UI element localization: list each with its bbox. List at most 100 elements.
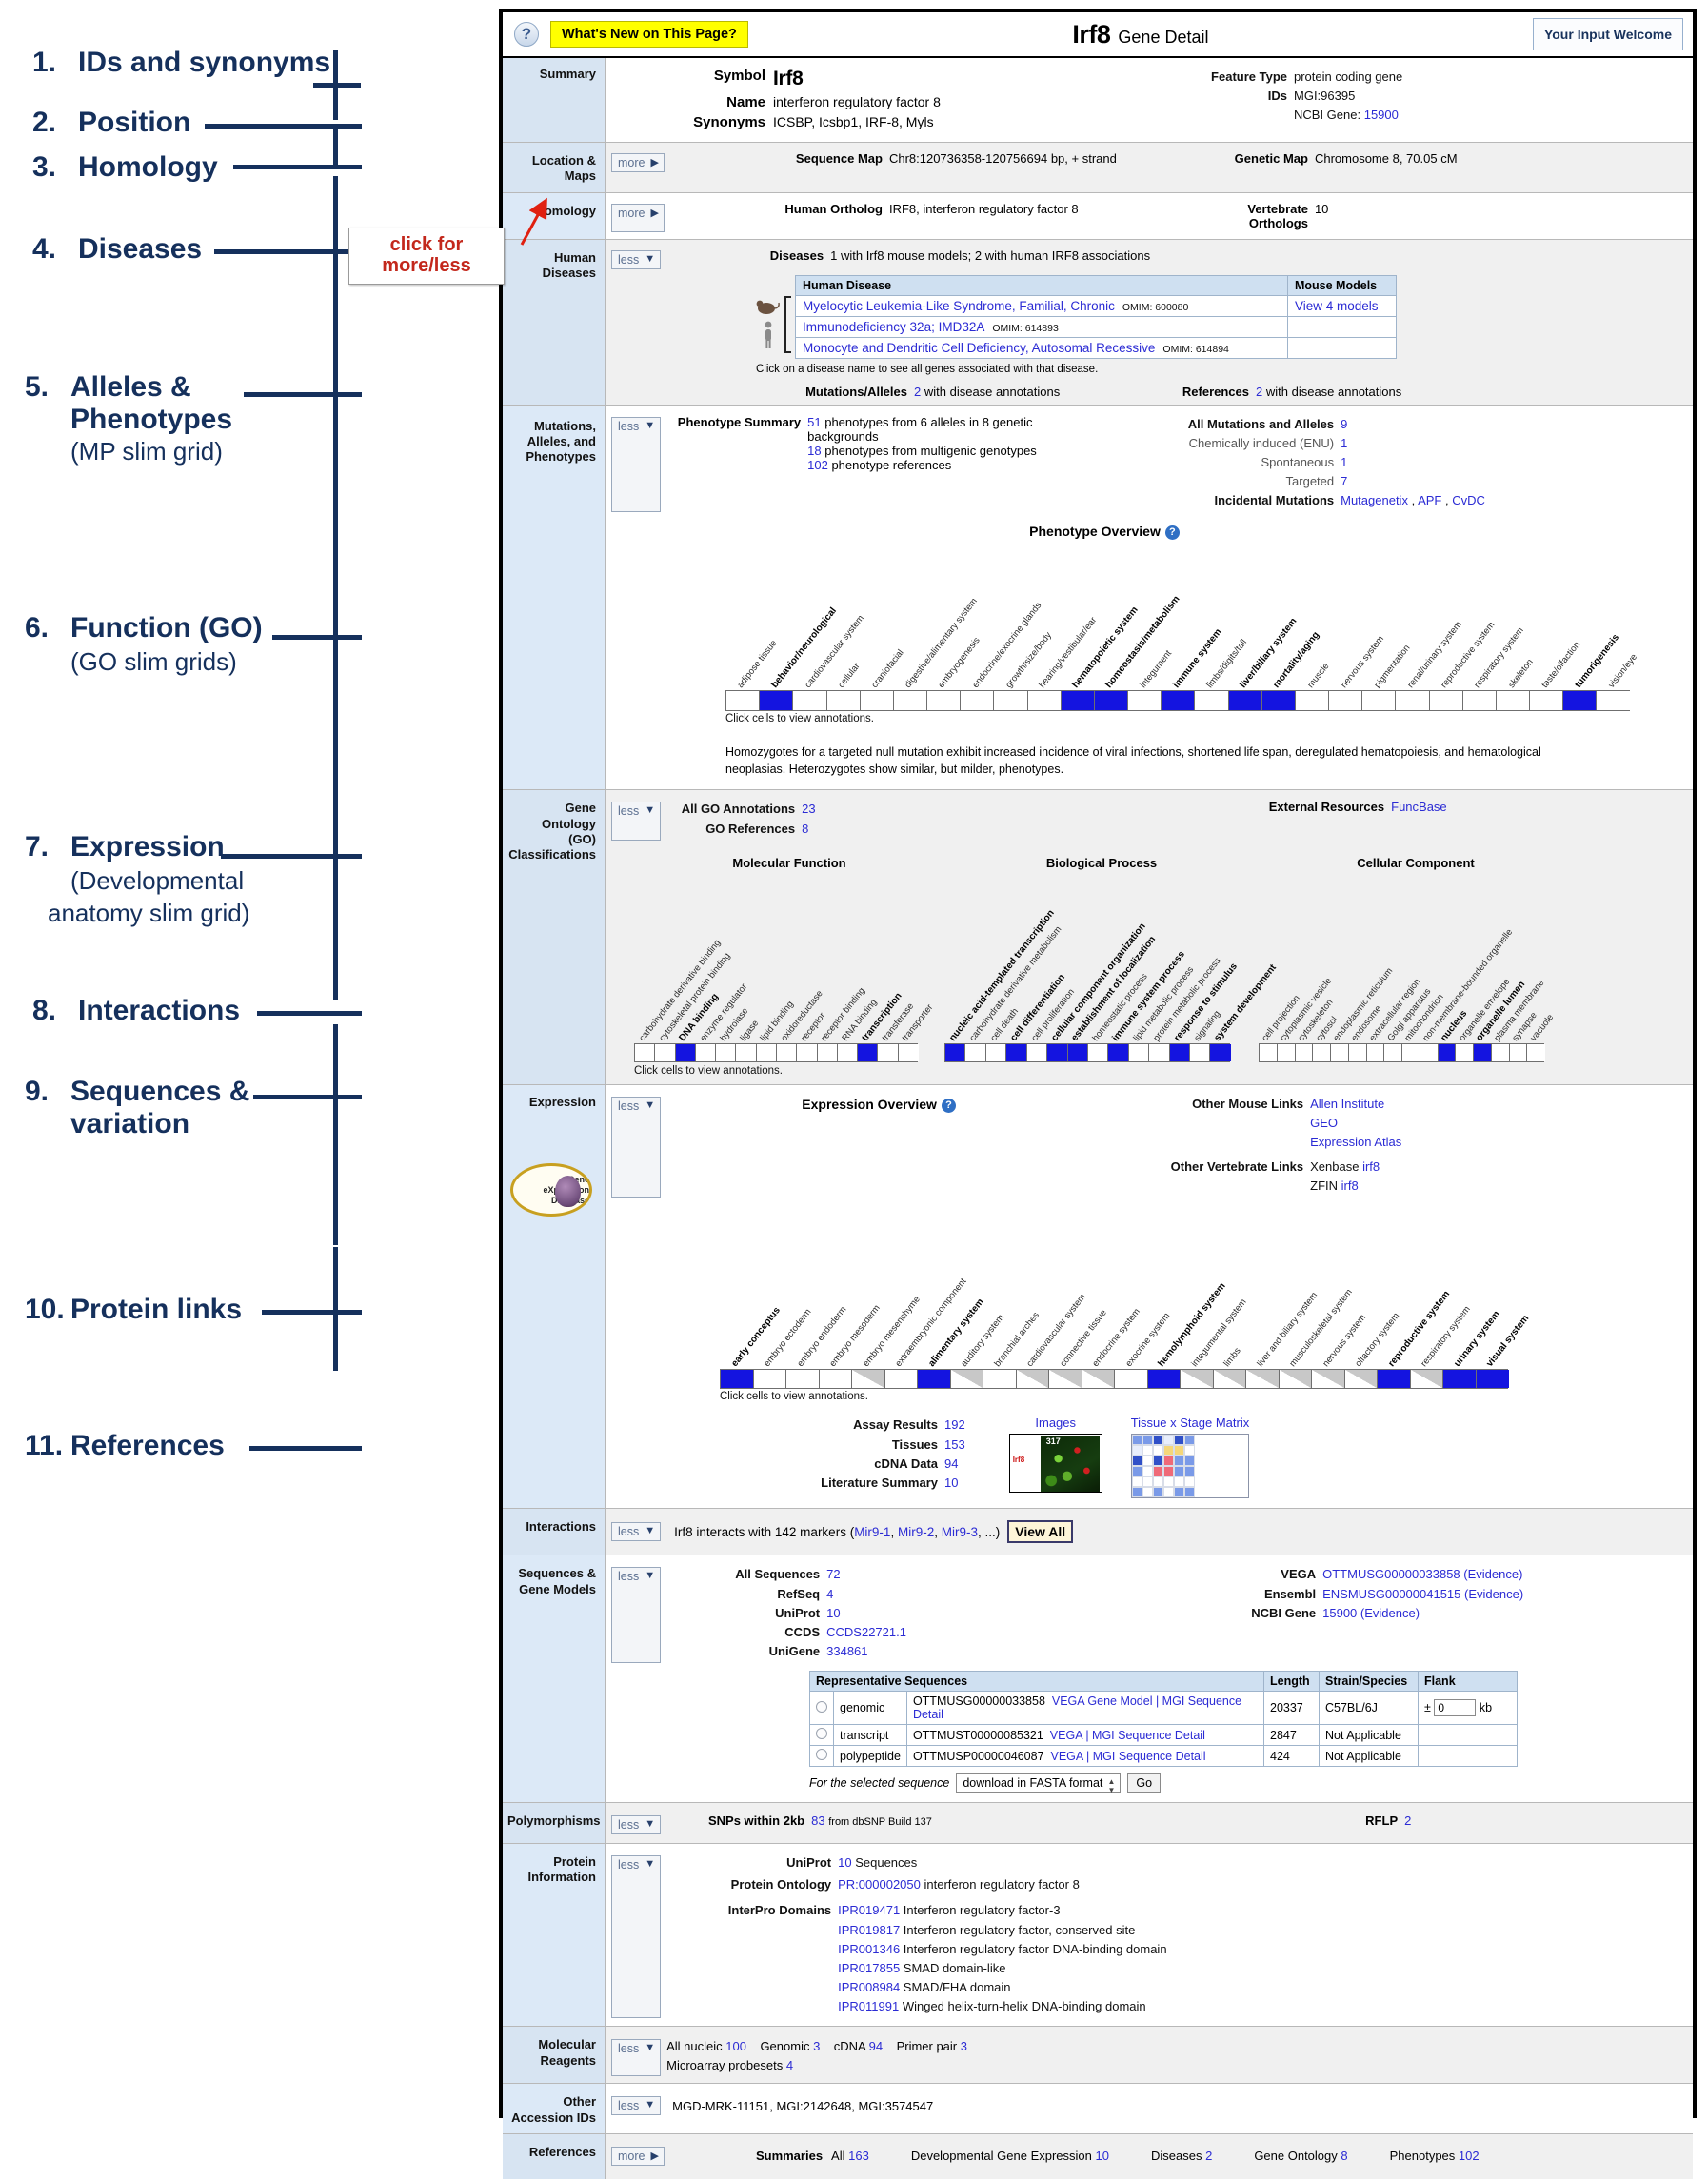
rflp-count[interactable]: 2 [1404,1813,1411,1828]
matrix-cell[interactable] [1173,1487,1184,1498]
disease-references-count[interactable]: 2 [1256,385,1262,399]
interpro-id-link[interactable]: IPR008984 [838,1980,900,1994]
mouse-models-link[interactable]: View 4 models [1295,299,1379,313]
grid-cell[interactable] [793,691,827,711]
grid-cell[interactable] [898,1043,919,1061]
microarray-probesets-count[interactable]: 4 [786,2058,793,2072]
link-cvdc[interactable]: CvDC [1452,493,1485,507]
grid-cell[interactable] [1402,1043,1420,1061]
matrix-cell[interactable] [1152,1476,1163,1488]
primer-pair-count[interactable]: 3 [961,2039,967,2053]
grid-cell[interactable] [1128,691,1162,711]
interpro-id-link[interactable]: IPR001346 [838,1942,900,1956]
references-toggle-button[interactable]: more ▶ [611,2146,665,2166]
grid-cell[interactable] [1509,1043,1528,1061]
ref-dge-count[interactable]: 10 [1096,2149,1109,2163]
ref-phenotypes-count[interactable]: 102 [1459,2149,1480,2163]
grid-cell[interactable] [786,1370,820,1389]
grid-cell[interactable] [635,1043,656,1061]
expression-grid-cells[interactable] [720,1369,1509,1390]
help-icon[interactable]: ? [514,22,539,47]
grid-cell[interactable] [1366,1043,1385,1061]
grid-cell[interactable] [817,1043,838,1061]
grid-cell[interactable] [918,1370,951,1389]
sequences-toggle-button[interactable]: less ▼ [611,1567,662,1664]
interpro-id-link[interactable]: IPR017855 [838,1961,900,1975]
grid-cell[interactable] [1149,1043,1170,1061]
grid-cell[interactable] [884,1370,918,1389]
grid-cell[interactable] [1228,691,1262,711]
grid-cell[interactable] [1181,1370,1214,1389]
matrix-cell[interactable] [1152,1487,1163,1498]
matrix-cell[interactable] [1131,1487,1142,1498]
grid-cell[interactable] [675,1043,696,1061]
matrix-cell[interactable] [1173,1476,1184,1488]
matrix-cell[interactable] [1162,1466,1174,1477]
grid-cell[interactable] [1438,1043,1457,1061]
matrix-cell[interactable] [1183,1466,1195,1477]
ref-all-count[interactable]: 163 [848,2149,869,2163]
sequence-radio-transcript[interactable] [816,1728,827,1740]
go-references-count[interactable]: 8 [802,822,808,836]
phenotype-count-18[interactable]: 18 [807,444,821,458]
grid-cell[interactable] [1087,1043,1109,1061]
grid-cell[interactable] [695,1043,717,1061]
ref-go-count[interactable]: 8 [1341,2149,1347,2163]
grid-cell[interactable] [1378,1370,1411,1389]
view-all-button[interactable]: View All [1007,1520,1074,1544]
download-format-select[interactable]: download in FASTA format ▲ ▼ [956,1773,1122,1794]
help-icon[interactable]: ? [1164,525,1180,541]
grid-cell[interactable] [721,1370,754,1389]
matrix-cell[interactable] [1162,1487,1174,1498]
matrix-cell[interactable] [1183,1487,1195,1498]
enu-count[interactable]: 1 [1341,436,1347,450]
refseq-count[interactable]: 4 [826,1587,833,1601]
matrix-cell[interactable] [1131,1435,1142,1446]
grid-cell[interactable] [1313,1043,1331,1061]
matrix-cell[interactable] [1142,1487,1153,1498]
cdna-count[interactable]: 94 [869,2039,883,2053]
sequence-radio-polypeptide[interactable] [816,1749,827,1761]
whats-new-button[interactable]: What's New on This Page? [550,21,748,48]
all-go-annotations-count[interactable]: 23 [802,802,815,816]
grid-cell[interactable] [776,1043,798,1061]
geo-link[interactable]: GEO [1310,1116,1338,1130]
vega-evidence-link[interactable]: (Evidence) [1463,1567,1522,1581]
grid-cell[interactable] [1027,691,1062,711]
seq-links-transcript[interactable]: VEGA | MGI Sequence Detail [1050,1729,1205,1742]
grid-cell[interactable] [1348,1043,1367,1061]
reagents-toggle-button[interactable]: less ▼ [611,2039,662,2077]
grid-cell[interactable] [1128,1043,1150,1061]
grid-cell[interactable] [837,1043,859,1061]
grid-cell[interactable] [878,1043,899,1061]
grid-cell[interactable] [950,1370,983,1389]
grid-cell[interactable] [1443,1370,1477,1389]
zfin-gene-link[interactable]: irf8 [1341,1179,1359,1193]
phenotypes-toggle-button[interactable]: less ▼ [611,416,662,513]
targeted-count[interactable]: 7 [1341,474,1347,488]
grid-cell[interactable] [1597,691,1631,711]
grid-cell[interactable] [1429,691,1463,711]
spontaneous-count[interactable]: 1 [1341,455,1347,469]
matrix-cell[interactable] [1183,1445,1195,1456]
grid-cell[interactable] [1277,1043,1296,1061]
all-nucleic-count[interactable]: 100 [725,2039,746,2053]
matrix-cell[interactable] [1173,1435,1184,1446]
ncbi-evidence-link[interactable]: (Evidence) [1360,1606,1420,1620]
vega-id-link[interactable]: OTTMUSG00000033858 [1322,1567,1460,1581]
grid-cell[interactable] [985,1043,1007,1061]
grid-cell[interactable] [1162,691,1196,711]
grid-cell[interactable] [736,1043,757,1061]
protein-toggle-button[interactable]: less ▼ [611,1855,662,2019]
grid-cell[interactable] [1384,1043,1402,1061]
interpro-id-link[interactable]: IPR019817 [838,1923,900,1937]
assay-results-count[interactable]: 192 [944,1417,965,1432]
tissue-stage-matrix[interactable] [1130,1434,1250,1499]
grid-cell[interactable] [1279,1370,1312,1389]
grid-cell[interactable] [927,691,962,711]
grid-cell[interactable] [852,1370,885,1389]
grid-cell[interactable] [1169,1043,1191,1061]
grid-cell[interactable] [1108,1043,1129,1061]
sequence-radio-genomic[interactable] [816,1700,827,1713]
matrix-cell[interactable] [1183,1435,1195,1446]
